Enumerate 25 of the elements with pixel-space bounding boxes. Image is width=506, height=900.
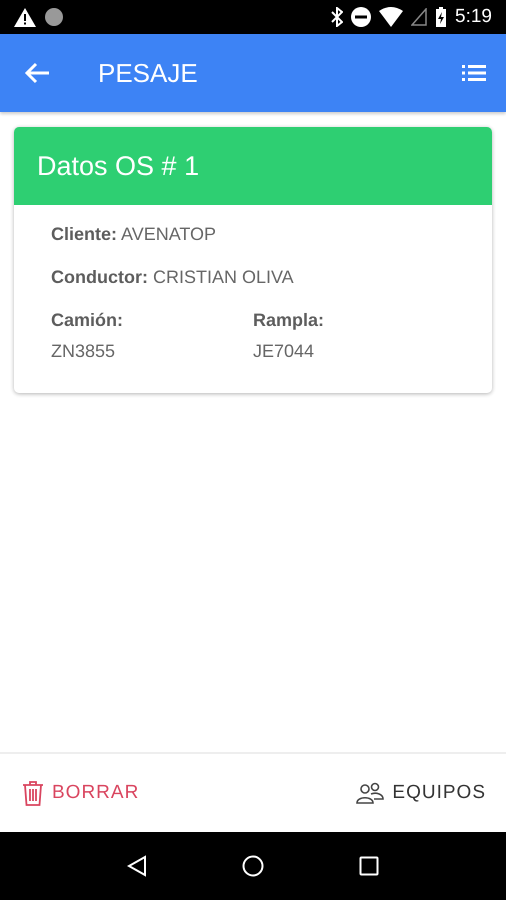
do-not-disturb-icon <box>351 7 372 27</box>
team-button[interactable]: EQUIPOS <box>356 774 486 812</box>
back-arrow-icon[interactable] <box>24 62 50 84</box>
battery-icon <box>435 7 448 27</box>
detail-line: Conductor: CRISTIAN OLIVA <box>51 266 295 289</box>
wifi-icon <box>379 7 404 27</box>
warning-icon <box>14 8 36 26</box>
bluetooth-icon <box>331 7 344 27</box>
status-time: 5:19 <box>455 4 492 29</box>
field-label: Rampla: <box>253 309 326 332</box>
back-nav-icon[interactable] <box>127 855 147 877</box>
field-label: Camión: <box>51 309 124 332</box>
field-value: JE7044 <box>253 340 316 363</box>
field-value: ZN3855 <box>51 340 116 363</box>
card-header: Datos OS # 1 <box>14 127 492 205</box>
home-nav-icon[interactable] <box>242 855 264 877</box>
circle-icon <box>44 7 64 27</box>
detail-line: Cliente: AVENATOP <box>51 223 218 246</box>
people-icon <box>356 782 384 804</box>
recents-nav-icon[interactable] <box>359 856 379 876</box>
signal-icon <box>411 8 428 26</box>
trash-icon <box>22 780 44 806</box>
delete-button[interactable]: BORRAR <box>22 774 140 812</box>
app-title: PESAJE <box>98 56 198 90</box>
list-icon[interactable] <box>462 64 486 82</box>
